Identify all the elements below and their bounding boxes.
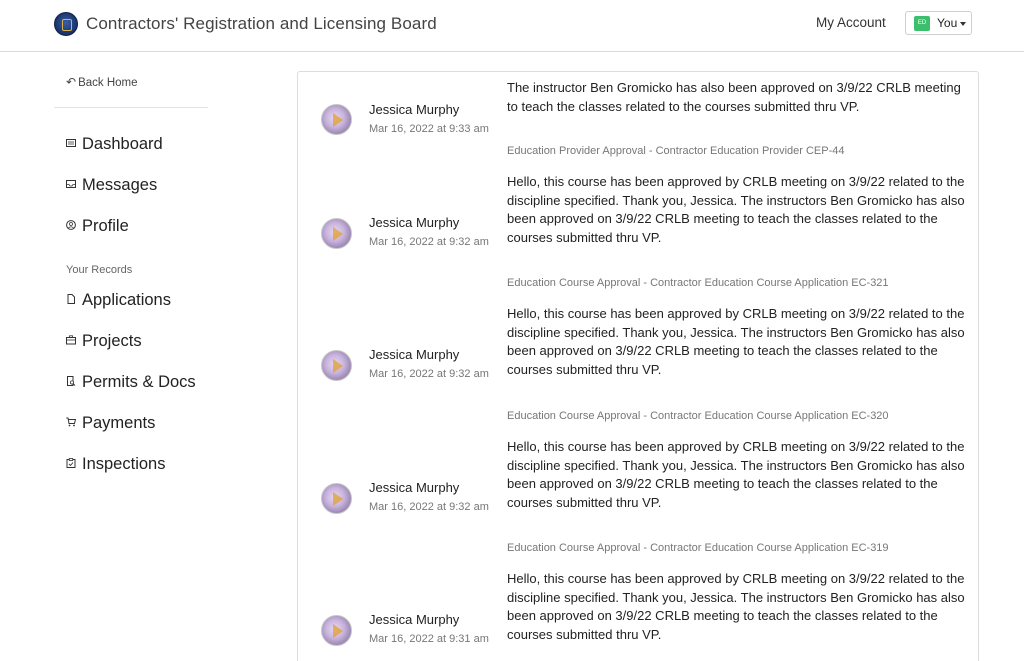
sender-name: Jessica Murphy <box>369 612 460 627</box>
message-thread-panel[interactable]: The instructor Ben Gromicko has also bee… <box>297 71 979 661</box>
user-circle-icon <box>66 220 76 230</box>
back-home-link[interactable]: ↶ Back Home <box>66 75 138 89</box>
sidebar-item-payments[interactable]: Payments <box>66 414 155 433</box>
sidebar-item-label: Permits & Docs <box>82 373 196 391</box>
sender-avatar <box>321 350 352 381</box>
sidebar-item-label: Dashboard <box>82 135 163 153</box>
clipboard-icon <box>66 458 76 468</box>
sidebar-item-label: Profile <box>82 217 129 235</box>
message-timestamp: Mar 16, 2022 at 9:33 am <box>369 123 489 135</box>
message-timestamp: Mar 16, 2022 at 9:32 am <box>369 368 489 380</box>
sidebar-item-permits-docs[interactable]: Permits & Docs <box>66 373 196 392</box>
message-subject: Education Course Approval - Contractor E… <box>507 542 889 554</box>
dashboard-icon <box>66 138 76 148</box>
briefcase-icon <box>66 335 76 345</box>
my-account-link[interactable]: My Account <box>816 15 886 30</box>
sender-name: Jessica Murphy <box>369 347 460 362</box>
sender-name: Jessica Murphy <box>369 102 460 117</box>
file-icon <box>66 294 76 304</box>
message-body: Hello, this course has been approved by … <box>507 571 965 642</box>
sender-avatar <box>321 104 352 135</box>
back-home-label: Back Home <box>78 77 138 89</box>
sidebar-item-applications[interactable]: Applications <box>66 291 171 310</box>
sidebar-item-projects[interactable]: Projects <box>66 332 142 351</box>
crlb-seal-logo[interactable] <box>54 12 78 36</box>
message-subject: Education Provider Approval - Contractor… <box>507 145 845 157</box>
your-records-heading: Your Records <box>66 264 133 276</box>
inbox-icon <box>66 179 76 189</box>
message-timestamp: Mar 16, 2022 at 9:31 am <box>369 633 489 645</box>
sidebar: ↶ Back Home Dashboard Messages Profile Yo… <box>54 52 214 661</box>
sidebar-item-profile[interactable]: Profile <box>66 217 129 236</box>
sidebar-item-label: Applications <box>82 291 171 309</box>
message-subject: Education Course Approval - Contractor E… <box>507 410 889 422</box>
sidebar-item-label: Payments <box>82 414 156 432</box>
sender-avatar <box>321 615 352 646</box>
message-timestamp: Mar 16, 2022 at 9:32 am <box>369 236 489 248</box>
message-body: Hello, this course has been approved by … <box>507 174 965 245</box>
cart-icon <box>66 417 76 427</box>
sidebar-item-messages[interactable]: Messages <box>66 176 157 195</box>
user-avatar: ED <box>914 16 930 31</box>
caret-down-icon <box>960 22 966 26</box>
message-subject: Education Course Approval - Contractor E… <box>507 277 889 289</box>
user-menu-button[interactable]: ED You <box>905 11 972 35</box>
sender-avatar <box>321 218 352 249</box>
sidebar-item-label: Projects <box>82 332 142 350</box>
sidebar-item-dashboard[interactable]: Dashboard <box>66 135 163 154</box>
site-title[interactable]: Contractors' Registration and Licensing … <box>86 14 437 34</box>
back-arrow-icon: ↶ <box>66 75 77 89</box>
message-body: The instructor Ben Gromicko has also bee… <box>507 80 961 114</box>
sidebar-divider <box>54 107 208 108</box>
message-body: Hello, this course has been approved by … <box>507 306 965 377</box>
message-body: Hello, this course has been approved by … <box>507 439 965 510</box>
top-header: Contractors' Registration and Licensing … <box>0 0 1024 52</box>
user-menu-label: You <box>937 16 958 30</box>
message-timestamp: Mar 16, 2022 at 9:32 am <box>369 501 489 513</box>
sidebar-item-label: Inspections <box>82 455 166 473</box>
sender-avatar <box>321 483 352 514</box>
document-search-icon <box>66 376 76 386</box>
sidebar-item-label: Messages <box>82 176 158 194</box>
sender-name: Jessica Murphy <box>369 480 460 495</box>
sender-name: Jessica Murphy <box>369 215 460 230</box>
sidebar-item-inspections[interactable]: Inspections <box>66 455 165 474</box>
